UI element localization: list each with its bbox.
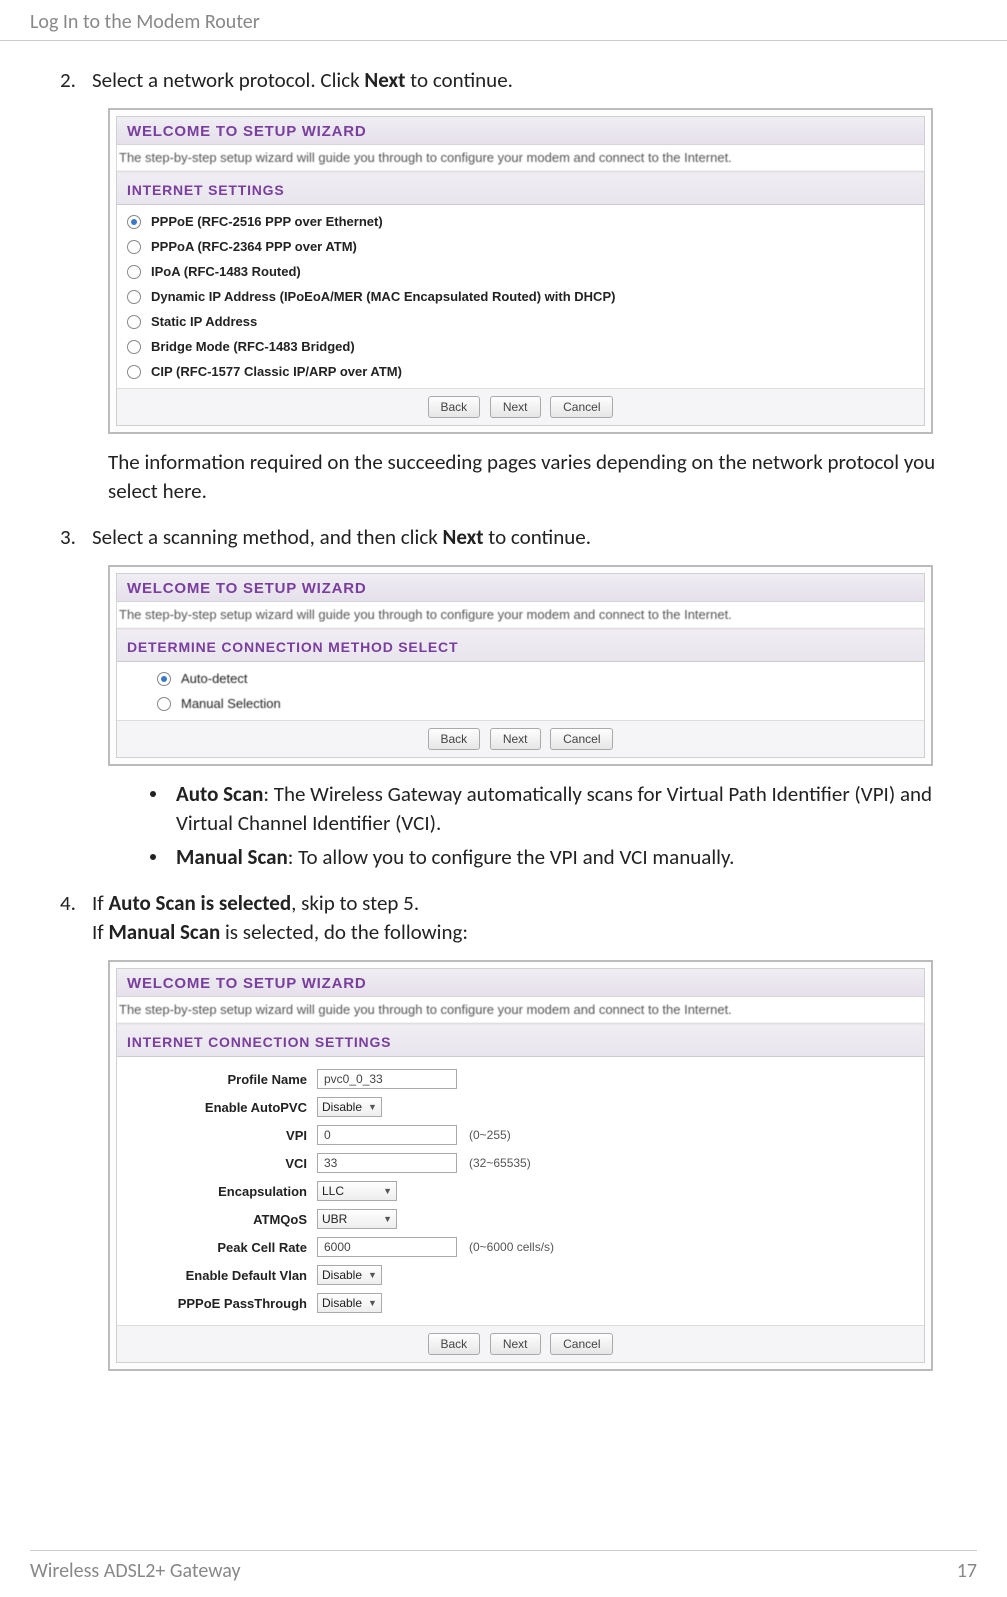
cancel-button[interactable]: Cancel [550,396,613,418]
select-autopvc[interactable]: Disable▼ [317,1097,382,1117]
row-encapsulation: Encapsulation LLC▼ [117,1177,924,1205]
radio-icon [157,672,171,686]
step-4-text: If Auto Scan is selected, skip to step 5… [92,889,947,946]
section-connection-method: DETERMINE CONNECTION METHOD SELECT [117,629,924,662]
radio-icon [127,215,141,229]
back-button[interactable]: Back [428,1333,481,1355]
step-4-number: 4. [60,889,92,946]
radio-icon [127,340,141,354]
chevron-down-icon: ▼ [383,1186,392,1196]
option-cip[interactable]: CIP (RFC-1577 Classic IP/ARP over ATM) [117,359,924,384]
footer-product: Wireless ADSL2+ Gateway [30,1559,241,1583]
button-row: Back Next Cancel [117,720,924,757]
row-pppoe-passthrough: PPPoE PassThrough Disable▼ [117,1289,924,1317]
bullet-icon [150,854,156,860]
bullet-manual-scan: Manual Scan: To allow you to configure t… [150,843,947,871]
select-pppoe-passthrough[interactable]: Disable▼ [317,1293,382,1313]
cancel-button[interactable]: Cancel [550,1333,613,1355]
input-profile-name[interactable]: pvc0_0_33 [317,1069,457,1089]
back-button[interactable]: Back [428,396,481,418]
row-atmqos: ATMQoS UBR▼ [117,1205,924,1233]
scan-options: Auto-detect Manual Selection [117,662,924,720]
wizard-title: WELCOME TO SETUP WIZARD [117,117,924,145]
step-2-number: 2. [60,66,92,94]
protocol-options: PPPoE (RFC-2516 PPP over Ethernet) PPPoA… [117,205,924,388]
option-auto-detect[interactable]: Auto-detect [117,666,924,691]
input-vci[interactable]: 33 [317,1153,457,1173]
radio-icon [127,315,141,329]
scan-bullets: Auto Scan: The Wireless Gateway automati… [150,780,947,871]
step-3-text: Select a scanning method, and then click… [92,523,947,551]
option-static-ip[interactable]: Static IP Address [117,309,924,334]
chevron-down-icon: ▼ [368,1298,377,1308]
next-button[interactable]: Next [490,1333,541,1355]
connection-form: Profile Name pvc0_0_33 Enable AutoPVC Di… [117,1057,924,1325]
next-button[interactable]: Next [490,396,541,418]
screenshot-connection-settings: WELCOME TO SETUP WIZARD The step-by-step… [108,960,933,1371]
select-atmqos[interactable]: UBR▼ [317,1209,397,1229]
chevron-down-icon: ▼ [368,1270,377,1280]
option-manual-selection[interactable]: Manual Selection [117,691,924,716]
row-vpi: VPI 0 (0~255) [117,1121,924,1149]
screenshot-internet-settings: WELCOME TO SETUP WIZARD The step-by-step… [108,108,933,434]
radio-icon [127,290,141,304]
row-vci: VCI 33 (32~65535) [117,1149,924,1177]
radio-icon [127,365,141,379]
section-internet-settings: INTERNET SETTINGS [117,172,924,205]
option-pppoa[interactable]: PPPoA (RFC-2364 PPP over ATM) [117,234,924,259]
back-button[interactable]: Back [428,728,481,750]
footer-page-number: 17 [957,1559,977,1583]
section-connection-settings: INTERNET CONNECTION SETTINGS [117,1024,924,1057]
page-header-title: Log In to the Modem Router [30,10,260,34]
screenshot-connection-method: WELCOME TO SETUP WIZARD The step-by-step… [108,565,933,766]
wizard-subtitle: The step-by-step setup wizard will guide… [117,145,924,172]
wizard-title: WELCOME TO SETUP WIZARD [117,574,924,602]
chevron-down-icon: ▼ [368,1102,377,1112]
page-header: Log In to the Modem Router [0,0,1007,41]
step-2-note: The information required on the succeedi… [108,448,947,505]
option-ipoa[interactable]: IPoA (RFC-1483 Routed) [117,259,924,284]
radio-icon [157,697,171,711]
row-default-vlan: Enable Default Vlan Disable▼ [117,1261,924,1289]
input-peak-cell-rate[interactable]: 6000 [317,1237,457,1257]
step-2-text: Select a network protocol. Click Next to… [92,66,947,94]
option-dynamic-ip[interactable]: Dynamic IP Address (IPoEoA/MER (MAC Enca… [117,284,924,309]
row-profile-name: Profile Name pvc0_0_33 [117,1065,924,1093]
option-pppoe[interactable]: PPPoE (RFC-2516 PPP over Ethernet) [117,209,924,234]
button-row: Back Next Cancel [117,388,924,425]
step-4: 4. If Auto Scan is selected, skip to ste… [60,889,947,946]
option-bridge[interactable]: Bridge Mode (RFC-1483 Bridged) [117,334,924,359]
select-encapsulation[interactable]: LLC▼ [317,1181,397,1201]
wizard-title: WELCOME TO SETUP WIZARD [117,969,924,997]
step-3: 3. Select a scanning method, and then cl… [60,523,947,551]
cancel-button[interactable]: Cancel [550,728,613,750]
row-autopvc: Enable AutoPVC Disable▼ [117,1093,924,1121]
chevron-down-icon: ▼ [383,1214,392,1224]
button-row: Back Next Cancel [117,1325,924,1362]
select-default-vlan[interactable]: Disable▼ [317,1265,382,1285]
bullet-auto-scan: Auto Scan: The Wireless Gateway automati… [150,780,947,837]
radio-icon [127,240,141,254]
page-footer: Wireless ADSL2+ Gateway 17 [30,1550,977,1583]
radio-icon [127,265,141,279]
next-button[interactable]: Next [490,728,541,750]
wizard-subtitle: The step-by-step setup wizard will guide… [117,997,924,1024]
step-3-number: 3. [60,523,92,551]
step-2: 2. Select a network protocol. Click Next… [60,66,947,94]
page-content: 2. Select a network protocol. Click Next… [0,41,1007,1371]
bullet-icon [150,791,156,797]
row-peak-cell-rate: Peak Cell Rate 6000 (0~6000 cells/s) [117,1233,924,1261]
wizard-subtitle: The step-by-step setup wizard will guide… [117,602,924,629]
input-vpi[interactable]: 0 [317,1125,457,1145]
